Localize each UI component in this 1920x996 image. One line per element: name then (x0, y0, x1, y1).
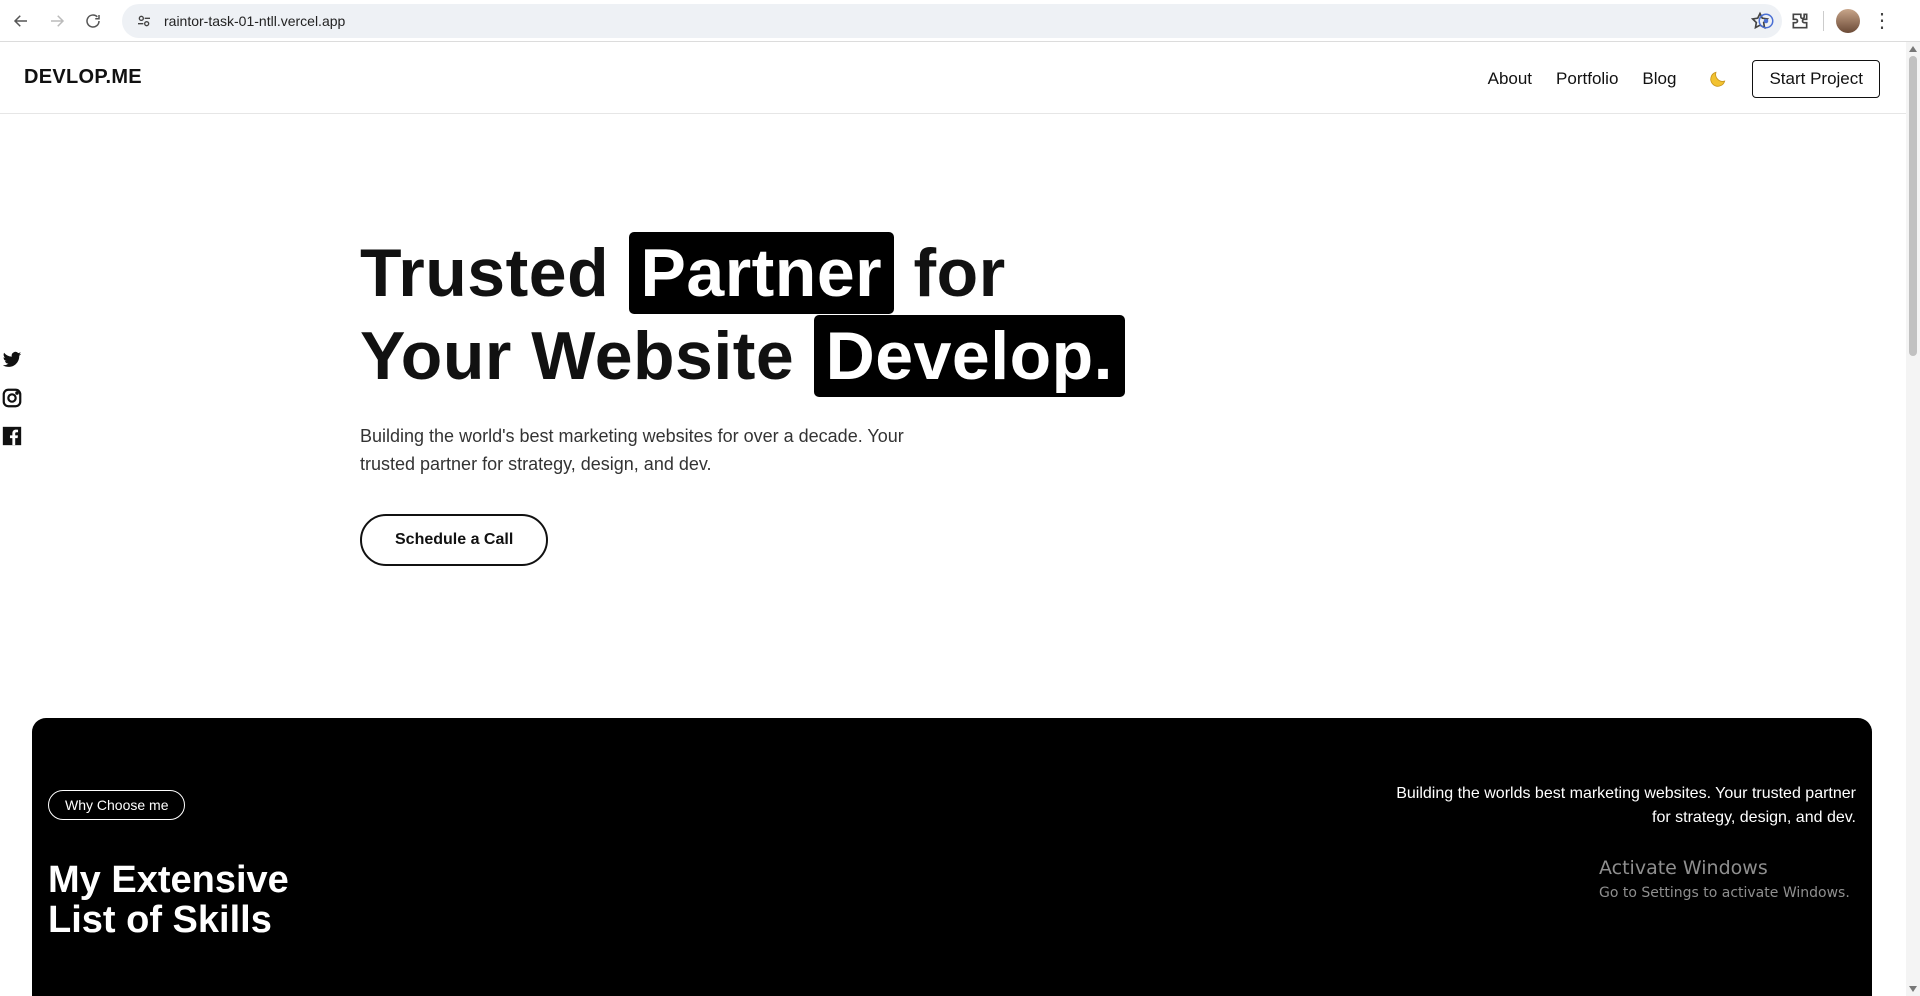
puzzle-extensions-icon[interactable] (1789, 10, 1811, 32)
url-text: raintor-task-01-ntll.vercel.app (164, 13, 346, 29)
main-nav: About Portfolio Blog Start Project (1464, 60, 1880, 98)
site-header: DEVLOP.ME About Portfolio Blog Start Pro… (0, 42, 1906, 114)
hero-word-your-website: Your Website (360, 318, 795, 394)
skills-section: Why Choose me My Extensive List of Skill… (32, 718, 1872, 996)
back-arrow-icon[interactable] (6, 6, 36, 36)
hero-section: Trusted Partner for Your Website Develop… (360, 232, 1126, 566)
twitter-icon[interactable] (0, 348, 24, 372)
forward-arrow-icon[interactable] (42, 6, 72, 36)
hero-title-line-1: Trusted Partner for (360, 232, 1125, 315)
windows-activation-watermark: Activate Windows Go to Settings to activ… (1599, 857, 1850, 901)
hero-word-for: for (913, 235, 1006, 311)
instagram-icon[interactable] (0, 386, 24, 410)
watermark-subtitle: Go to Settings to activate Windows. (1599, 885, 1850, 901)
hero-highlight-develop: Develop. (813, 315, 1126, 397)
reload-icon[interactable] (78, 6, 108, 36)
skills-title-line-1: My Extensive (48, 859, 289, 901)
hero-description: Building the world's best marketing webs… (360, 426, 904, 474)
hero-title: Trusted Partner for Your Website Develop… (360, 232, 1126, 398)
skills-description: Building the worlds best marketing websi… (1396, 785, 1856, 826)
site-settings-icon[interactable] (134, 11, 154, 31)
scroll-down-icon[interactable] (1909, 986, 1917, 992)
page-viewport: DEVLOP.ME About Portfolio Blog Start Pro… (0, 42, 1906, 996)
nav-about[interactable]: About (1488, 69, 1532, 89)
facebook-icon[interactable] (0, 424, 24, 448)
schedule-call-button[interactable]: Schedule a Call (360, 514, 549, 566)
why-choose-me-badge[interactable]: Why Choose me (48, 790, 186, 820)
hero-title-line-2: Your Website Develop. (360, 315, 1126, 398)
social-sidebar (0, 348, 26, 448)
profile-avatar[interactable] (1836, 9, 1860, 33)
scroll-up-icon[interactable] (1909, 46, 1917, 52)
skills-title-line-2: List of Skills (48, 899, 272, 941)
browser-toolbar: raintor-task-01-ntll.vercel.app ⋮ (0, 0, 1920, 42)
moon-icon[interactable] (1708, 69, 1728, 89)
toolbar-separator (1823, 11, 1824, 31)
page-scrollbar[interactable] (1906, 42, 1920, 996)
extension-icon[interactable] (1755, 10, 1777, 32)
site-logo[interactable]: DEVLOP.ME (24, 66, 142, 89)
hero-word-trusted: Trusted (360, 235, 610, 311)
scroll-thumb[interactable] (1909, 56, 1917, 356)
hero-highlight-partner: Partner (628, 232, 895, 314)
nav-blog[interactable]: Blog (1642, 69, 1676, 89)
address-bar[interactable]: raintor-task-01-ntll.vercel.app (122, 4, 1782, 38)
watermark-title: Activate Windows (1599, 857, 1768, 879)
start-project-button[interactable]: Start Project (1752, 60, 1880, 98)
skills-title: My Extensive List of Skills (48, 860, 289, 940)
more-menu-icon[interactable]: ⋮ (1872, 11, 1892, 31)
nav-portfolio[interactable]: Portfolio (1556, 69, 1618, 89)
